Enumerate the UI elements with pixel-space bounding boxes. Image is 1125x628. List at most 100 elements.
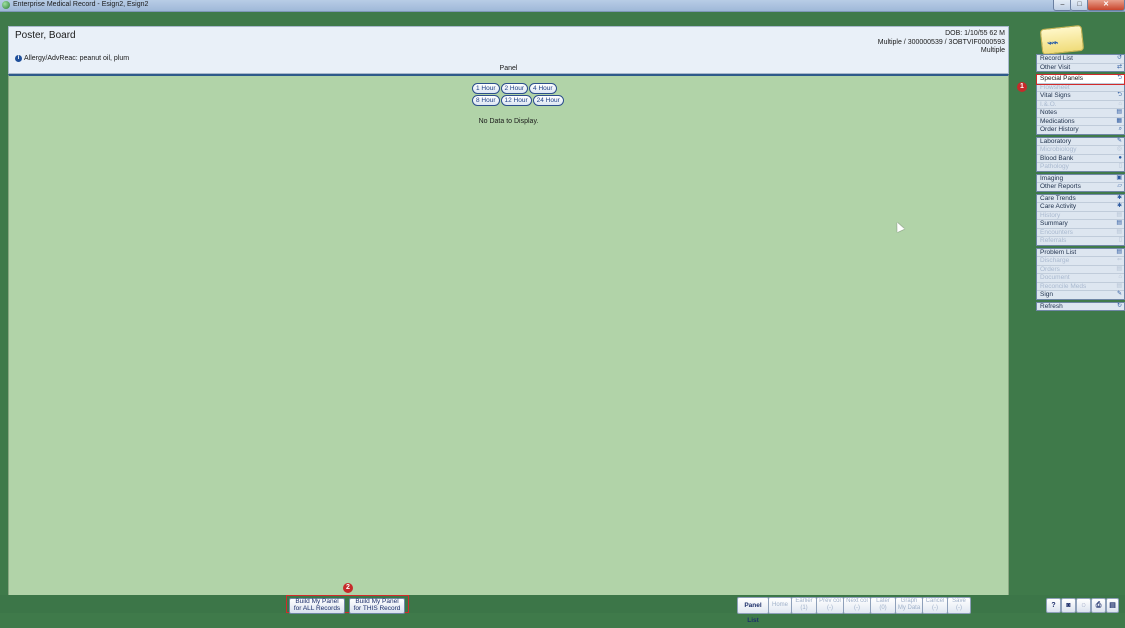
- sidebar-item-label: Refresh: [1040, 302, 1063, 310]
- mouse-cursor-icon: [893, 220, 905, 233]
- sidebar-item-reconcile-meds: Reconcile Meds ▤: [1037, 282, 1124, 291]
- later-label: Later: [876, 598, 890, 604]
- save-label: Save: [952, 598, 966, 604]
- refresh-icon: ↻: [1116, 302, 1122, 309]
- time-range-button[interactable]: 24 Hour: [532, 95, 564, 106]
- sidebar-item-label: Vital Signs: [1040, 92, 1071, 99]
- earlier-button[interactable]: Earlier (1): [791, 597, 817, 614]
- sidebar-item-medications[interactable]: Medications ▦: [1037, 117, 1124, 126]
- time-range-button[interactable]: 4 Hour: [529, 83, 557, 94]
- prev-col-label: Prev col: [819, 598, 841, 604]
- sidebar-item-laboratory[interactable]: Laboratory ✎: [1037, 137, 1124, 146]
- time-range-button[interactable]: 1 Hour: [472, 83, 500, 94]
- patient-demographics: DOB: 1/10/55 62 M Multiple / 300000539 /…: [878, 30, 1005, 56]
- sidebar-item-label: Orders: [1040, 265, 1060, 273]
- sidebar-item-pathology: Pathology ▯: [1037, 163, 1124, 171]
- sidebar-item-notes[interactable]: Notes ▤: [1037, 109, 1124, 118]
- care-activity-icon: ✱: [1116, 203, 1122, 209]
- patient-location: Multiple: [980, 47, 1005, 54]
- record-list-icon: ↺: [1116, 55, 1122, 61]
- reconcile-meds-icon: ▤: [1116, 282, 1122, 289]
- sidebar-item-summary[interactable]: Summary ▤: [1037, 220, 1124, 229]
- time-range-button[interactable]: 2 Hour: [500, 83, 529, 94]
- step-badge-1: 1: [1017, 82, 1027, 92]
- graph-sub: My Data: [897, 605, 921, 611]
- patient-ids: Multiple / 300000539 / 3OBTVIF0000593: [877, 38, 1005, 46]
- sidebar-item-label: Order History: [1040, 126, 1079, 133]
- prev-col-button[interactable]: Prev col (-): [816, 597, 844, 614]
- later-button[interactable]: Later (0): [870, 597, 896, 614]
- sidebar-item-vital-signs[interactable]: Vital Signs ⮌: [1037, 92, 1124, 101]
- sidebar-item-label: History: [1040, 211, 1061, 219]
- build-panel-all-records-button[interactable]: Build My Panel for ALL Records: [289, 598, 345, 614]
- notes-icon: ▤: [1116, 109, 1122, 115]
- sidebar-item-other-reports[interactable]: Other Reports ▱: [1037, 183, 1124, 191]
- cancel-button[interactable]: Cancel (-): [922, 597, 948, 614]
- document-icon[interactable]: ▤: [1106, 598, 1119, 613]
- medications-icon: ▦: [1116, 117, 1122, 124]
- sidebar-item-imaging[interactable]: Imaging ▣: [1037, 174, 1124, 183]
- other-visit-icon: ⇄: [1116, 63, 1122, 70]
- patient-dob: DOB: 1/10/55 62 M: [945, 30, 1005, 37]
- later-count: (0): [879, 605, 887, 611]
- sidebar-item-sign[interactable]: Sign ✎: [1037, 291, 1124, 299]
- sidebar-item-label: Imaging: [1040, 174, 1064, 182]
- sidebar-item-special-panels[interactable]: Special Panels ⮌: [1036, 74, 1125, 85]
- sidebar-item-record-list[interactable]: Record List ↺: [1037, 55, 1124, 64]
- time-range-button[interactable]: 12 Hour: [500, 95, 532, 106]
- sidebar-item-microbiology: Microbiology ◎: [1037, 146, 1124, 155]
- imaging-icon: ▣: [1116, 174, 1122, 181]
- panel-title: Panel: [499, 65, 518, 72]
- sidebar-item-refresh[interactable]: Refresh ↻: [1037, 303, 1124, 311]
- sidebar-item-label: Other Reports: [1040, 183, 1081, 190]
- home-button[interactable]: Home: [768, 597, 792, 614]
- build-panel-this-record-button[interactable]: Build My Panel for THIS Record: [349, 598, 405, 614]
- sidebar-item-label: Medications: [1040, 117, 1075, 125]
- close-button[interactable]: ✕: [1087, 0, 1125, 11]
- camera-icon[interactable]: ◙: [1061, 598, 1076, 613]
- sidebar-group: Record List ↺ Other Visit ⇄: [1036, 54, 1125, 72]
- info-icon: i: [15, 55, 22, 62]
- sidebar-group: Problem List ▤ Discharge ⇐ Orders ▤ Document ⌂ R…: [1036, 247, 1125, 300]
- sidebar-item-order-history[interactable]: Order History ⌕: [1037, 126, 1124, 134]
- print-icon[interactable]: ⎙: [1091, 598, 1106, 613]
- build-this-line2: for THIS Record: [353, 604, 401, 612]
- sync-icon[interactable]: ◌: [1076, 598, 1091, 613]
- sidebar-item-other-visit[interactable]: Other Visit ⇄: [1037, 64, 1124, 72]
- sidebar-item-label: Encounters: [1040, 228, 1073, 236]
- sidebar-group: Imaging ▣ Other Reports ▱: [1036, 173, 1125, 192]
- earlier-count: (1): [800, 605, 808, 611]
- sidebar-item-blood-bank[interactable]: Blood Bank ●: [1037, 155, 1124, 163]
- sidebar-item-orders: Orders ▤: [1037, 265, 1124, 274]
- graph-my-data-button[interactable]: Graph My Data: [895, 597, 923, 614]
- history-icon: ▤: [1116, 211, 1122, 218]
- sidebar-item-label: I.&.O.: [1040, 100, 1057, 108]
- allergy-banner[interactable]: i Allergy/AdvReac: peanut oil, plum: [15, 55, 129, 62]
- next-col-button[interactable]: Next col (-): [843, 597, 871, 614]
- save-button[interactable]: Save (-): [947, 597, 971, 614]
- sidebar-item-label: Referrals: [1040, 237, 1067, 244]
- other-reports-icon: ▱: [1117, 183, 1122, 189]
- panel-list-button[interactable]: Panel List: [737, 597, 769, 624]
- save-count: (-): [956, 605, 962, 611]
- cancel-label: Cancel: [925, 598, 945, 604]
- sidebar-item-history: History ▤: [1037, 211, 1124, 220]
- graph-label: Graph: [900, 598, 918, 604]
- sidebar-item-problem-list[interactable]: Problem List ▤: [1037, 249, 1124, 257]
- sidebar-item-label: Care Activity: [1040, 203, 1077, 210]
- sidebar-item-care-trends[interactable]: Care Trends ✱: [1037, 194, 1124, 203]
- next-col-count: (-): [854, 605, 860, 611]
- sidebar-item-label: Care Trends: [1040, 194, 1076, 202]
- laboratory-icon: ✎: [1116, 137, 1122, 144]
- sidebar-item-referrals: Referrals ▯: [1037, 237, 1124, 245]
- earlier-label: Earlier: [795, 598, 813, 604]
- time-range-button[interactable]: 8 Hour: [472, 95, 500, 106]
- sidebar-group: Laboratory ✎ Microbiology ◎ Blood Bank ● Patho…: [1036, 136, 1125, 172]
- sidebar-item-care-activity[interactable]: Care Activity ✱: [1037, 203, 1124, 212]
- help-button[interactable]: ?: [1046, 598, 1061, 613]
- sidebar-group: Refresh ↻: [1036, 301, 1125, 311]
- sidebar-group: Special Panels ⮌ Flowsheet Vital Signs ⮌ I.&.…: [1036, 74, 1125, 135]
- special-panels-icon: ⮌: [1117, 75, 1122, 81]
- navigation-sidebar: Record List ↺ Other Visit ⇄ Special Panels ⮌ F…: [1036, 54, 1125, 313]
- patient-header: Poster, Board i Allergy/AdvReac: peanut …: [8, 26, 1009, 74]
